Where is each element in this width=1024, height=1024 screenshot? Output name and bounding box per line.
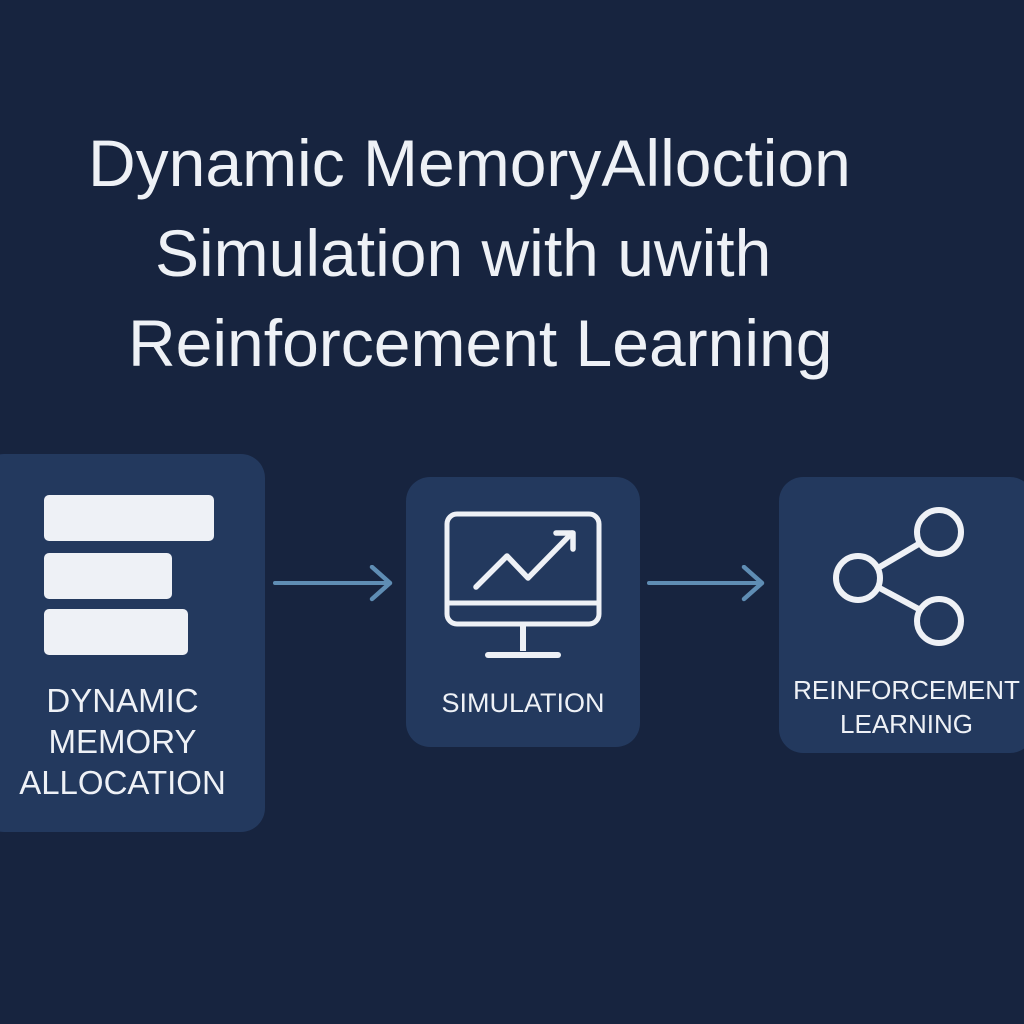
step-card-dynamic-memory-allocation: DYNAMIC MEMORY ALLOCATION: [0, 454, 265, 832]
step-label-line: MEMORY: [48, 723, 197, 760]
arrow-right-icon: [273, 565, 393, 602]
share-nodes-icon: [833, 507, 964, 646]
step-label-line: ALLOCATION: [19, 764, 226, 801]
step-label-simulation: SIMULATION: [406, 686, 640, 720]
step-label-dynamic-memory-allocation: DYNAMIC MEMORY ALLOCATION: [0, 680, 265, 803]
memory-block-1: [44, 495, 214, 541]
step-label-line: REINFORCEMENT: [793, 675, 1020, 705]
memory-block-3: [44, 609, 188, 655]
step-label-reinforcement-learning: REINFORCEMENT LEARNING: [779, 673, 1024, 741]
arrow-right-icon: [647, 565, 765, 602]
step-card-reinforcement-learning: REINFORCEMENT LEARNING: [779, 477, 1024, 753]
step-label-line: LEARNING: [840, 709, 973, 739]
step-card-simulation: SIMULATION: [406, 477, 640, 747]
title-line-1: Dynamic MemoryAlloction: [88, 126, 851, 200]
title-line-2: Simulation with uwith: [155, 216, 772, 290]
monitor-chart-icon: [444, 511, 602, 658]
title-line-3: Reinforcement Learning: [128, 306, 833, 380]
step-label-line: DYNAMIC: [46, 682, 199, 719]
memory-block-2: [44, 553, 172, 599]
step-label-line: SIMULATION: [441, 688, 605, 718]
